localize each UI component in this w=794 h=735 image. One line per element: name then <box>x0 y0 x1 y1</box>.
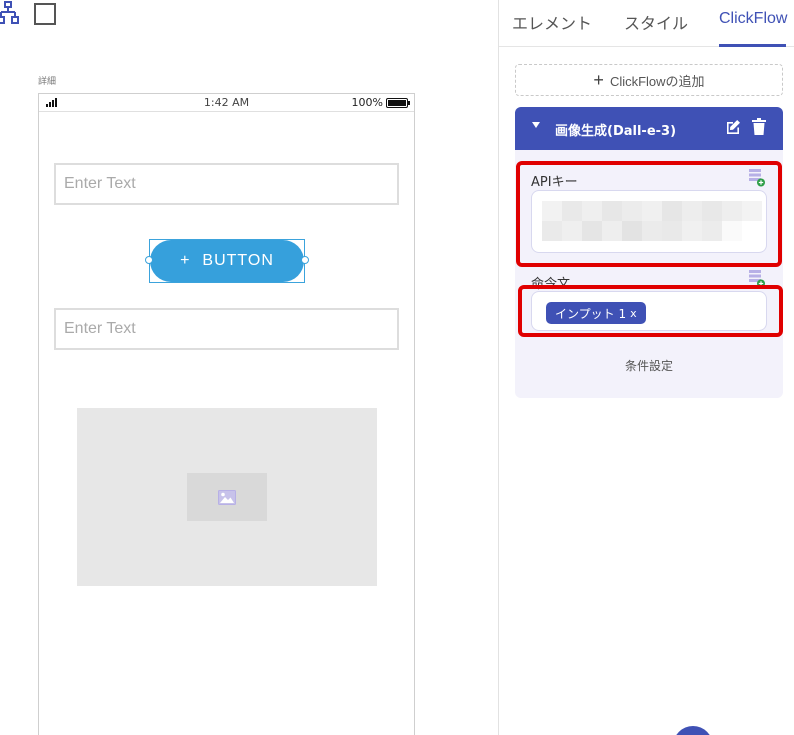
square-icon[interactable] <box>34 3 56 25</box>
phone-preview: 1:42 AM 100% + BUTTON <box>38 93 415 735</box>
image-placeholder[interactable] <box>77 408 377 586</box>
chip-remove-icon[interactable]: x <box>630 307 637 320</box>
clickflow-header[interactable]: 画像生成(Dall-e-3) <box>515 107 783 150</box>
battery-status: 100% <box>351 96 410 109</box>
chip-label: インプット 1 <box>555 306 627 321</box>
button-label: BUTTON <box>202 252 274 269</box>
blurred-api-key <box>542 201 762 241</box>
variable-chip[interactable]: インプット 1 x <box>546 302 646 324</box>
screen-name-label: 詳細 <box>38 77 57 87</box>
condition-settings-link[interactable]: 条件設定 <box>515 357 783 374</box>
sitemap-icon[interactable] <box>0 1 19 25</box>
battery-icon <box>386 97 410 108</box>
image-icon <box>218 489 236 505</box>
image-frame <box>187 473 267 521</box>
text-input-2[interactable] <box>54 308 399 350</box>
add-clickflow-label: ClickFlowの追加 <box>609 73 705 89</box>
add-clickflow-button[interactable]: + ClickFlowの追加 <box>515 64 783 96</box>
status-bar: 1:42 AM 100% <box>39 94 414 112</box>
caret-down-icon[interactable] <box>532 122 540 128</box>
floating-action-button[interactable] <box>673 726 713 735</box>
trash-icon[interactable] <box>752 118 766 135</box>
add-variable-icon[interactable] <box>749 169 765 187</box>
canvas-button[interactable]: + BUTTON <box>150 240 304 282</box>
tab-elements[interactable]: エレメント <box>512 10 592 34</box>
app-root: 詳細 1:42 AM 100% + BUTTON <box>0 0 794 735</box>
button-selection-frame: + BUTTON <box>145 239 309 283</box>
add-variable-icon[interactable] <box>749 270 765 288</box>
plus-icon: + <box>180 252 191 269</box>
clickflow-title: 画像生成(Dall-e-3) <box>555 124 677 139</box>
battery-percent: 100% <box>351 96 383 109</box>
tab-clickflow[interactable]: ClickFlow <box>719 10 787 28</box>
clickflow-card: 画像生成(Dall-e-3) APIキー 命令文 インプット 1 x 条件設定 <box>515 107 783 398</box>
text-input-1[interactable] <box>54 163 399 205</box>
prompt-label: 命令文 <box>531 277 571 292</box>
property-panel: エレメント スタイル ClickFlow + ClickFlowの追加 画像生成… <box>498 0 794 735</box>
active-tab-indicator <box>719 44 786 47</box>
prompt-input[interactable]: インプット 1 x <box>531 291 767 331</box>
resize-handle-left[interactable] <box>145 256 153 264</box>
panel-tabs: エレメント スタイル ClickFlow <box>499 0 794 47</box>
api-key-label: APIキー <box>531 175 578 190</box>
api-key-input[interactable] <box>531 190 767 253</box>
tab-style[interactable]: スタイル <box>624 10 688 34</box>
edit-icon[interactable] <box>725 119 741 135</box>
resize-handle-right[interactable] <box>301 256 309 264</box>
plus-icon: + <box>593 70 604 90</box>
